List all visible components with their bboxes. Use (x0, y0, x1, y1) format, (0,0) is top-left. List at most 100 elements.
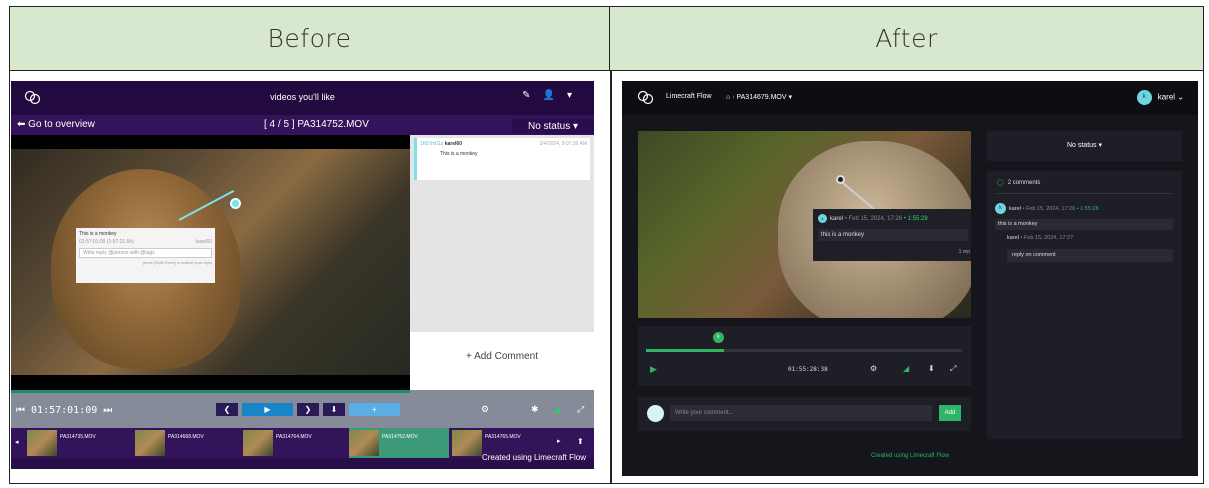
breadcrumb-file[interactable]: PA314679.MOV (736, 94, 786, 101)
comment-user: karel (1009, 205, 1021, 212)
play-button[interactable]: ▶ (242, 403, 293, 416)
status-dropdown[interactable]: No status ▾ (987, 131, 1182, 161)
thumbnail-label: PA314752.MOV (382, 434, 418, 440)
reply-date: Feb 15, 2024, 17:27 (1023, 235, 1074, 241)
video-player[interactable]: This is a monkey 01:57:01:09 (1:57:21.6h… (11, 135, 410, 390)
page-title: videos you'll like (270, 92, 335, 102)
chevron-down-icon: ▾ (1098, 142, 1103, 149)
annotation-dot[interactable] (230, 198, 241, 209)
fullscreen-icon[interactable]: ⤢ (577, 404, 584, 415)
popup-sub: 01:57:01:09 (1:57:21.6h) karel60 (79, 239, 212, 245)
user-name: karel (1157, 92, 1176, 102)
comment-text[interactable]: this is a monkey (995, 219, 1173, 230)
avatar (647, 405, 664, 422)
reply-text[interactable]: reply on comment (1007, 249, 1173, 262)
comment-input[interactable]: Write your comment... (670, 405, 932, 421)
settings-icon[interactable]: ⚙ (870, 364, 877, 373)
reply-input[interactable]: Write reply @person with @tags (79, 248, 212, 258)
before-screenshot: videos you'll like ✎👤▾ ⬅ Go to overview … (11, 81, 594, 469)
add-button[interactable]: Add (939, 405, 961, 421)
annotation-popup: k karel • Feb 15, 2024, 17:26 • 1:55:28 t… (813, 209, 971, 261)
popup-text: this is a monkey (818, 229, 968, 241)
popup-user: karel (830, 216, 844, 223)
top-icons: ✎👤▾ (522, 90, 584, 101)
breadcrumb: ⌂ › PA314679.MOV ▾ (726, 93, 792, 101)
settings-icon[interactable]: ⚙ (481, 404, 489, 415)
download-button[interactable]: ⬇ (323, 403, 345, 416)
download-icon[interactable]: ⬇ (928, 364, 935, 373)
brand-name[interactable]: Limecraft Flow (666, 93, 712, 100)
thumbnail-item[interactable]: PA314668.MOV (135, 428, 235, 458)
user-menu[interactable]: k karel ⌄ (1136, 90, 1184, 105)
fullscreen-icon[interactable]: ⤢ (950, 364, 956, 374)
comment-card[interactable]: 1h57m01s karel60 3/4/2024, 9:07:39 AM Th… (414, 138, 590, 180)
comment-count: ◯ 2 comments (997, 179, 1040, 186)
add-comment-button[interactable]: + Add Comment (410, 332, 594, 390)
user-icon[interactable]: 👤▾ (543, 90, 584, 101)
popup-meta: k karel • Feb 15, 2024, 17:26 • 1:55:28 (818, 214, 968, 223)
player-controls: k ▶ 01:55:28:38 ⚙ ◢ ⬇ ⤢ (638, 326, 971, 386)
thumbnail-label: PA314735.MOV (60, 434, 96, 440)
comment-icon: ◯ (997, 180, 1004, 186)
progress-bar[interactable] (11, 390, 410, 393)
comment-meta: k karel • Feb 15, 2024, 17:26 • 1:55:28 (995, 203, 1099, 214)
chevron-down-icon[interactable]: ▾ (789, 94, 793, 101)
comment-input-area: Write your comment... Add (638, 397, 971, 431)
thumbnail-label: PA314765.MOV (485, 434, 521, 440)
pen-icon[interactable]: ✎ (522, 90, 542, 101)
popup-author: karel60 (195, 239, 212, 245)
progress-bar[interactable] (646, 349, 962, 352)
upload-icon[interactable]: ⬆ (577, 437, 584, 446)
chevron-down-icon: ▾ (573, 121, 579, 132)
top-bar: videos you'll like ✎👤▾ (11, 81, 594, 115)
status-dropdown[interactable]: No status ▾ (512, 119, 594, 134)
home-icon[interactable]: ⌂ (726, 94, 730, 101)
back-link-label: Go to overview (28, 119, 95, 130)
after-screenshot: Limecraft Flow ⌂ › PA314679.MOV ▾ k karel… (622, 81, 1198, 476)
strip-prev-icon[interactable]: ◂ (15, 438, 19, 446)
reply-meta: karel • Feb 15, 2024, 17:27 (1007, 235, 1074, 241)
clip-position: [ 4 / 5 ] PA314752.MOV (264, 119, 369, 130)
credit-text: Created using Limecraft Flow (481, 453, 586, 462)
annotation-dot[interactable] (836, 175, 845, 184)
comment-marker[interactable]: k (713, 332, 724, 343)
thumbnail-image (243, 430, 273, 456)
prev-button[interactable]: ❮ (216, 403, 238, 416)
back-arrow-icon: ⬅ (17, 119, 29, 130)
avatar: k (1136, 90, 1152, 105)
chevron-right-icon: › (732, 94, 735, 101)
volume-icon[interactable]: ◢ (903, 364, 909, 373)
player-controls: ⏮ 01:57:01:09 ⏭ ❮ ▶ ❯ ⬇ + ⚙ ✱ ◢ ⤢ (11, 390, 594, 428)
comment-time[interactable]: 1:55:28 (1080, 206, 1098, 212)
timecode: ⏮ 01:57:01:09 ⏭ (16, 405, 113, 416)
play-icon[interactable]: ▶ (650, 364, 657, 375)
thumbnail-item[interactable]: PA314735.MOV (27, 428, 127, 458)
top-bar: Limecraft Flow ⌂ › PA314679.MOV ▾ k karel… (622, 81, 1198, 115)
timecode: 01:55:28:38 (788, 366, 828, 373)
popup-reply-hint[interactable]: 1 rep (959, 249, 970, 255)
reply-hint: press [Shift+Enter] to submit your reply (142, 260, 212, 265)
logo-icon (637, 90, 654, 105)
thumbnail-item-selected[interactable]: PA314752.MOV (349, 428, 449, 458)
comment-meta: 1h57m01s karel60 3/4/2024, 9:07:39 AM (420, 141, 587, 147)
volume-icon[interactable]: ◢ (553, 404, 560, 415)
go-to-overview-link[interactable]: ⬅ Go to overview (17, 119, 95, 130)
after-header: After (610, 7, 1203, 71)
thumbnail-label: PA314668.MOV (168, 434, 204, 440)
gear-icon[interactable]: ✱ (531, 404, 539, 415)
comments-panel: 1h57m01s karel60 3/4/2024, 9:07:39 AM Th… (410, 135, 594, 390)
comment-date: 3/4/2024, 9:07:39 AM (539, 141, 587, 147)
comments-panel: ◯ 2 comments k karel • Feb 15, 2024, 17:26… (987, 171, 1182, 439)
next-button[interactable]: ❯ (297, 403, 319, 416)
video-player[interactable]: k karel • Feb 15, 2024, 17:26 • 1:55:28 t… (638, 131, 971, 318)
popup-time: 1:55:28 (907, 216, 928, 223)
strip-next-icon[interactable]: ▸ (557, 437, 561, 445)
add-marker-button[interactable]: + (349, 403, 400, 416)
avatar: k (995, 203, 1006, 214)
reply-user: karel (1007, 235, 1019, 241)
popup-timecode: 01:57:01:09 (1:57:21.6h) (79, 239, 134, 245)
comment-count-label: 2 comments (1007, 180, 1041, 186)
thumbnail-item[interactable]: PA314764.MOV (243, 428, 343, 458)
popup-text: This is a monkey (79, 231, 117, 237)
status-label: No status (1066, 142, 1097, 149)
